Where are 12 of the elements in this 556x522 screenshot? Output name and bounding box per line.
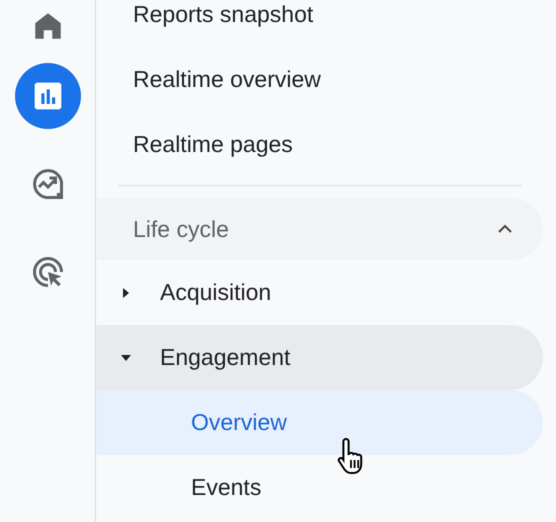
nav-group[interactable]: Acquisition xyxy=(96,260,543,325)
bar-chart-icon xyxy=(32,80,64,112)
nav-item[interactable]: Realtime overview xyxy=(96,47,556,112)
group-label: Engagement xyxy=(160,344,290,371)
nav-group[interactable]: Engagement xyxy=(96,325,543,390)
nav-subitem[interactable]: Overview xyxy=(96,390,543,455)
nav-item[interactable]: Realtime pages xyxy=(96,112,556,177)
section-label: Life cycle xyxy=(133,216,229,242)
nav-item[interactable]: Reports snapshot xyxy=(96,0,556,47)
group-label: Acquisition xyxy=(160,279,272,306)
nav-subitem[interactable]: Events xyxy=(96,455,543,520)
section-header[interactable]: Life cycle xyxy=(96,198,543,260)
